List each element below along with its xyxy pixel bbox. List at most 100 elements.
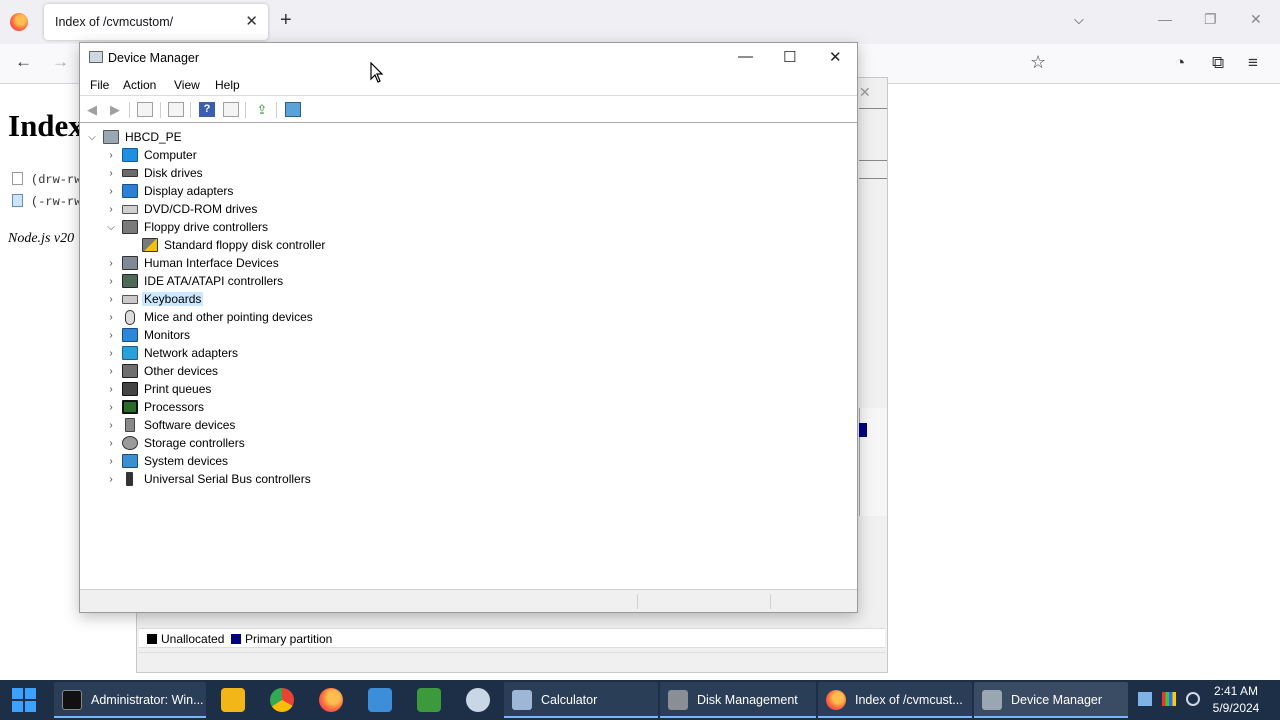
minimize-icon[interactable]: —	[738, 48, 753, 65]
chevron-right-icon[interactable]: ›	[104, 276, 118, 287]
taskbar-button[interactable]: Administrator: Win...	[54, 682, 206, 718]
taskbar-button-label: Disk Management	[697, 693, 798, 707]
restore-icon[interactable]: ❐	[1204, 11, 1217, 28]
tree-root[interactable]: ⌵ HBCD_PE	[85, 128, 182, 146]
tree-item[interactable]: › Keyboards	[104, 290, 204, 308]
chevron-down-icon[interactable]: ⌵	[104, 222, 118, 233]
bookmark-star-icon[interactable]: ☆	[1030, 52, 1046, 73]
taskbar-button[interactable]: Calculator	[504, 682, 658, 718]
close-icon[interactable]: ✕	[829, 48, 842, 66]
chevron-right-icon[interactable]: ›	[104, 474, 118, 485]
chevron-right-icon[interactable]: ›	[104, 186, 118, 197]
chevron-right-icon[interactable]: ›	[104, 366, 118, 377]
tree-item[interactable]: › IDE ATA/ATAPI controllers	[104, 272, 283, 290]
show-hide-tree-icon[interactable]	[137, 102, 153, 117]
menu-icon[interactable]: ≡	[1248, 53, 1258, 73]
chevron-right-icon[interactable]: ›	[104, 384, 118, 395]
tree-item[interactable]: › Universal Serial Bus controllers	[104, 470, 311, 488]
chevron-down-icon[interactable]: ⌵	[1074, 12, 1084, 28]
windows-start-icon[interactable]	[12, 688, 36, 712]
tree-item-label: Human Interface Devices	[144, 256, 279, 270]
tree-item[interactable]: › Print queues	[104, 380, 211, 398]
spreadsheet-icon[interactable]	[417, 688, 441, 712]
taskbar-button[interactable]: Index of /cvmcust...	[818, 682, 972, 718]
chevron-right-icon[interactable]: ›	[104, 330, 118, 341]
chevron-right-icon[interactable]: ›	[104, 258, 118, 269]
forward-arrow-icon[interactable]: ▶	[107, 102, 123, 117]
menu-help[interactable]: Help	[215, 78, 240, 92]
tree-item-label: Floppy drive controllers	[144, 220, 269, 234]
tree-item[interactable]: › Other devices	[104, 362, 218, 380]
tree-item[interactable]: › Software devices	[104, 416, 235, 434]
maximize-icon[interactable]: ☐	[783, 48, 796, 66]
account-icon[interactable]: ◔	[1175, 53, 1185, 73]
chevron-right-icon[interactable]: ›	[104, 438, 118, 449]
tree-item[interactable]: › Network adapters	[104, 344, 238, 362]
chevron-right-icon[interactable]: ›	[104, 312, 118, 323]
file-explorer-icon[interactable]	[221, 688, 245, 712]
chevron-right-icon[interactable]: ›	[104, 168, 118, 179]
extensions-icon[interactable]: ⧉	[1212, 53, 1224, 73]
tree-item-label: Monitors	[144, 328, 191, 342]
back-arrow-icon[interactable]: ◀	[84, 102, 100, 117]
display-tray-icon[interactable]	[1162, 692, 1176, 706]
notepad-icon[interactable]	[368, 688, 392, 712]
chevron-down-icon[interactable]: ⌵	[85, 132, 99, 143]
firefox-icon[interactable]	[319, 688, 343, 712]
tree-item[interactable]: › Human Interface Devices	[104, 254, 279, 272]
menu-action[interactable]: Action	[123, 78, 156, 92]
back-arrow-icon[interactable]: ←	[15, 52, 32, 72]
forward-arrow-icon[interactable]: →	[52, 52, 69, 72]
browser-tab-bar: Index of /cvmcustom/ ✕ + ⌵ — ❐ ✕	[0, 0, 1280, 44]
chevron-right-icon[interactable]: ›	[104, 402, 118, 413]
close-icon[interactable]: ✕	[859, 84, 871, 101]
tree-item[interactable]: › Storage controllers	[104, 434, 245, 452]
tree-item[interactable]: › Display adapters	[104, 182, 233, 200]
help-icon[interactable]: ?	[199, 102, 215, 117]
file-entry[interactable]: (-rw-rw	[12, 194, 81, 209]
chevron-right-icon[interactable]: ›	[104, 348, 118, 359]
chrome-icon[interactable]	[270, 688, 294, 712]
update-driver-icon[interactable]: ⇪	[254, 102, 270, 117]
device-tree: ⌵ HBCD_PE › Computer › Disk drives › Display …	[80, 125, 857, 587]
scan-hardware-icon[interactable]	[285, 102, 301, 117]
tree-item[interactable]: › Computer	[104, 146, 197, 164]
chevron-right-icon[interactable]: ›	[104, 456, 118, 467]
tree-item[interactable]: › System devices	[104, 452, 228, 470]
clock-date: 5/9/2024	[1212, 701, 1260, 715]
menu-view[interactable]: View	[174, 78, 200, 92]
minimize-icon[interactable]: —	[1158, 11, 1172, 27]
disk-legend: Unallocated Primary partition	[139, 628, 885, 648]
chevron-right-icon[interactable]: ›	[104, 204, 118, 215]
tree-item[interactable]: › Monitors	[104, 326, 190, 344]
dvd-drive-icon	[122, 204, 138, 214]
tree-item[interactable]: › Processors	[104, 398, 204, 416]
taskbar-button[interactable]: Device Manager	[974, 682, 1128, 718]
tree-child-item[interactable]: Standard floppy disk controller	[142, 236, 325, 254]
chevron-right-icon[interactable]: ›	[104, 150, 118, 161]
tree-item[interactable]: › Disk drives	[104, 164, 202, 182]
chevron-right-icon[interactable]: ›	[104, 294, 118, 305]
close-tab-icon[interactable]: ✕	[245, 12, 258, 30]
title-bar[interactable]: Device Manager — ☐ ✕	[80, 43, 857, 73]
browser-tab[interactable]: Index of /cvmcustom/ ✕	[44, 4, 268, 40]
tree-item[interactable]: ⌵ Floppy drive controllers	[104, 218, 268, 236]
network-tray-icon[interactable]	[1138, 692, 1152, 706]
tool-icon[interactable]	[466, 688, 490, 712]
tree-item[interactable]: › Mice and other pointing devices	[104, 308, 313, 326]
taskbar-button[interactable]: Disk Management	[660, 682, 816, 718]
properties-icon[interactable]	[168, 102, 184, 117]
settings-tray-icon[interactable]	[1186, 692, 1200, 706]
close-icon[interactable]: ✕	[1250, 11, 1262, 28]
menu-file[interactable]: File	[90, 78, 109, 92]
new-tab-icon[interactable]: +	[280, 9, 292, 32]
taskbar-clock[interactable]: 2:41 AM 5/9/2024	[1208, 683, 1264, 717]
tree-item[interactable]: › DVD/CD-ROM drives	[104, 200, 257, 218]
taskbar-button-label: Device Manager	[1011, 693, 1103, 707]
tree-item-label: Mice and other pointing devices	[144, 310, 313, 324]
primary-partition-bar[interactable]	[859, 423, 867, 437]
chevron-right-icon[interactable]: ›	[104, 420, 118, 431]
display-adapter-icon	[122, 184, 138, 198]
view-icon[interactable]	[223, 102, 239, 117]
file-entry[interactable]: (drw-rw	[12, 172, 81, 187]
